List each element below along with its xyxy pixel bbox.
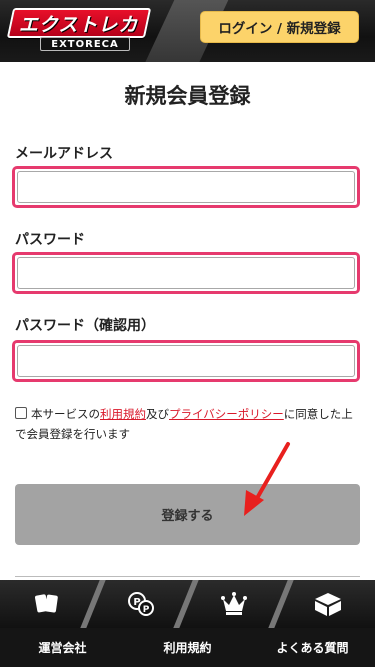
- password-label: パスワード: [15, 232, 85, 248]
- register-button[interactable]: 登録する: [15, 484, 360, 545]
- divider: [15, 576, 360, 577]
- password-field-wrapper: [12, 252, 360, 294]
- app-header: エクストレカ EXTORECA ログイン / 新規登録: [0, 0, 375, 62]
- footer-link-terms[interactable]: 利用規約: [125, 628, 250, 667]
- agree-checkbox[interactable]: [15, 407, 27, 419]
- logo-main: エクストレカ: [6, 8, 152, 38]
- login-register-button[interactable]: ログイン / 新規登録: [200, 11, 359, 43]
- password-field[interactable]: [17, 257, 355, 289]
- nav-box[interactable]: [281, 580, 375, 628]
- svg-text:P: P: [142, 605, 149, 615]
- red-arrow-annotation: [244, 442, 290, 516]
- password-confirm-label: パスワード（確認用）: [15, 318, 155, 334]
- page-title: 新規会員登録: [124, 84, 251, 108]
- terms-link[interactable]: 利用規約: [100, 407, 146, 421]
- footer: 運営会社 利用規約 よくある質問: [0, 628, 375, 667]
- password-confirm-field[interactable]: [17, 345, 355, 377]
- nav-points[interactable]: P P: [94, 580, 188, 628]
- bottom-nav: P P: [0, 580, 375, 628]
- crown-icon: [221, 592, 248, 615]
- footer-link-company[interactable]: 運営会社: [0, 628, 125, 667]
- footer-link-faq[interactable]: よくある質問: [250, 628, 375, 667]
- nav-ranking[interactable]: [188, 580, 282, 628]
- agree-mid: 及び: [146, 407, 169, 421]
- nav-cards[interactable]: [0, 580, 94, 628]
- agreement-text: 本サービスの利用規約及びプライバシーポリシーに同意した上で会員登録を行います: [15, 404, 363, 444]
- box-icon: [315, 593, 342, 616]
- points-icon: P P: [127, 592, 154, 616]
- email-field[interactable]: [17, 171, 355, 203]
- agree-prefix: 本サービスの: [31, 407, 100, 421]
- email-label: メールアドレス: [15, 146, 113, 162]
- logo-sub: EXTORECA: [40, 37, 130, 51]
- cards-icon: [34, 594, 58, 613]
- email-field-wrapper: [12, 166, 360, 208]
- password-confirm-field-wrapper: [12, 340, 360, 382]
- logo[interactable]: エクストレカ EXTORECA: [6, 8, 152, 52]
- privacy-policy-link[interactable]: プライバシーポリシー: [169, 407, 284, 421]
- logo-text: エクストレカ: [19, 13, 139, 36]
